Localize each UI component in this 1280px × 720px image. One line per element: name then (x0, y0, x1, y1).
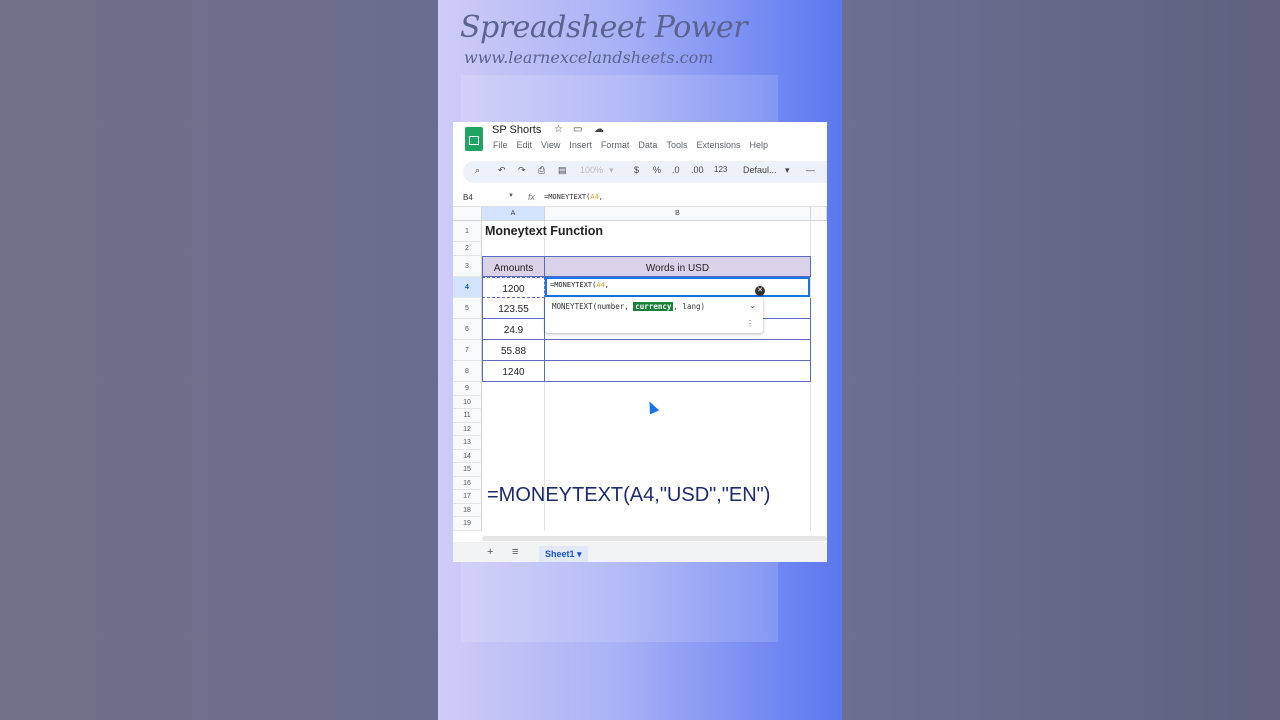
font-select[interactable]: Defaul... (743, 165, 777, 175)
header-amounts[interactable]: Amounts (482, 256, 545, 277)
left-backdrop (0, 0, 438, 720)
row-header-2[interactable]: 2 (453, 242, 482, 256)
font-size-decrease-button[interactable]: — (806, 165, 815, 175)
horizontal-scrollbar[interactable] (482, 536, 827, 541)
number-format-button[interactable]: 123 (714, 165, 727, 174)
percent-button[interactable]: % (653, 165, 661, 175)
sheet-tab[interactable]: Sheet1 ▾ (539, 546, 588, 562)
row-header-12[interactable]: 12 (453, 422, 482, 436)
row-header-18[interactable]: 18 (453, 503, 482, 517)
print-icon[interactable]: ⎙ (538, 165, 545, 176)
decrease-decimal-button[interactable]: .0 (672, 165, 680, 175)
paint-format-icon[interactable]: ▤ (558, 165, 567, 176)
row-header-5[interactable]: 5 (453, 298, 482, 319)
menu-help[interactable]: Help (749, 140, 768, 150)
close-icon[interactable]: ✕ (755, 286, 765, 296)
all-sheets-icon[interactable]: ≡ (512, 546, 518, 558)
chevron-down-icon[interactable]: ▼ (508, 193, 514, 199)
menu-insert[interactable]: Insert (569, 140, 592, 150)
menu-bar: File Edit View Insert Format Data Tools … (493, 140, 768, 150)
row-header-6[interactable]: 6 (453, 319, 482, 340)
cell-b4-editor[interactable]: =MONEYTEXT(A4, (545, 277, 810, 297)
add-sheet-icon[interactable]: + (487, 546, 493, 558)
row-header-4[interactable]: 4 (453, 277, 482, 298)
redo-icon[interactable]: ↷ (518, 165, 526, 176)
video-panel: Spreadsheet Power www.learnexcelandsheet… (438, 0, 842, 720)
cell-a4[interactable]: 1200 (482, 277, 545, 298)
row-header-11[interactable]: 11 (453, 409, 482, 423)
row-header-9[interactable]: 9 (453, 382, 482, 396)
menu-data[interactable]: Data (638, 140, 657, 150)
row-header-3[interactable]: 3 (453, 256, 482, 277)
zoom-select[interactable]: 100% (580, 165, 603, 175)
cell-a6[interactable]: 24.9 (482, 319, 545, 340)
name-box[interactable]: B4 (463, 193, 473, 202)
menu-extensions[interactable]: Extensions (696, 140, 740, 150)
search-icon[interactable]: ⌕ (475, 165, 480, 176)
fx-icon: fx (528, 192, 536, 202)
star-icon[interactable]: ☆ (554, 124, 563, 135)
undo-icon[interactable]: ↶ (498, 165, 506, 176)
document-title[interactable]: SP Shorts (492, 124, 541, 136)
function-help-tooltip: MONEYTEXT(number, currency, lang) ⌄ ⋮ (545, 297, 763, 333)
overlay-formula-caption: =MONEYTEXT(A4,"USD","EN") (487, 484, 771, 506)
cell-a7[interactable]: 55.88 (482, 340, 545, 361)
select-all-corner[interactable] (453, 207, 482, 221)
column-header-c[interactable] (811, 207, 827, 221)
formula-input[interactable]: =MONEYTEXT(A4, (544, 193, 603, 201)
toolbar: ⌕ ↶ ↷ ⎙ ▤ 100% ▾ $ % .0 .00 123 Defaul..… (463, 161, 827, 183)
cell-b8[interactable] (545, 361, 811, 382)
chevron-down-icon: ▾ (785, 165, 790, 175)
sheets-logo-icon (465, 127, 483, 151)
row-header-15[interactable]: 15 (453, 463, 482, 477)
formula-bar: B4 ▼ fx =MONEYTEXT(A4, (453, 190, 827, 207)
cell-b7[interactable] (545, 340, 811, 361)
column-header-b[interactable]: B (545, 207, 811, 221)
chevron-down-icon: ▾ (609, 165, 614, 175)
menu-format[interactable]: Format (601, 140, 630, 150)
row-header-17[interactable]: 17 (453, 490, 482, 504)
row-header-1[interactable]: 1 (453, 221, 482, 242)
row-header-10[interactable]: 10 (453, 395, 482, 409)
spreadsheet-window: SP Shorts ☆ ▭ ☁ File Edit View Insert Fo… (453, 122, 827, 562)
more-vert-icon[interactable]: ⋮ (746, 319, 754, 328)
cell-editor-text: =MONEYTEXT(A4, (550, 281, 610, 289)
title-cell[interactable]: Moneytext Function (482, 221, 782, 242)
menu-view[interactable]: View (541, 140, 560, 150)
row-header-14[interactable]: 14 (453, 449, 482, 463)
cell-grid: A B 1 2 3 4 5 6 7 8 9 10 11 12 13 14 15 … (453, 207, 827, 562)
cloud-icon[interactable]: ☁ (594, 124, 604, 135)
row-header-19[interactable]: 19 (453, 517, 482, 531)
brand-url: www.learnexcelandsheets.com (464, 48, 714, 67)
folder-icon[interactable]: ▭ (573, 124, 582, 135)
row-header-13[interactable]: 13 (453, 436, 482, 450)
menu-file[interactable]: File (493, 140, 508, 150)
header-words-in-usd[interactable]: Words in USD (544, 256, 811, 277)
row-header-16[interactable]: 16 (453, 476, 482, 490)
menu-edit[interactable]: Edit (517, 140, 533, 150)
right-backdrop (842, 0, 1280, 720)
increase-decimal-button[interactable]: .00 (691, 165, 704, 175)
brand-title: Spreadsheet Power (460, 10, 748, 45)
cell-a5[interactable]: 123.55 (482, 298, 545, 319)
currency-button[interactable]: $ (634, 165, 639, 175)
row-header-8[interactable]: 8 (453, 361, 482, 382)
function-signature: MONEYTEXT(number, currency, lang) (552, 302, 706, 311)
cell-a8[interactable]: 1240 (482, 361, 545, 382)
column-header-a[interactable]: A (482, 207, 545, 221)
chevron-down-icon[interactable]: ⌄ (749, 301, 756, 310)
sheet-tabs-bar: + ≡ Sheet1 ▾ (453, 542, 827, 562)
row-header-7[interactable]: 7 (453, 340, 482, 361)
menu-tools[interactable]: Tools (666, 140, 687, 150)
